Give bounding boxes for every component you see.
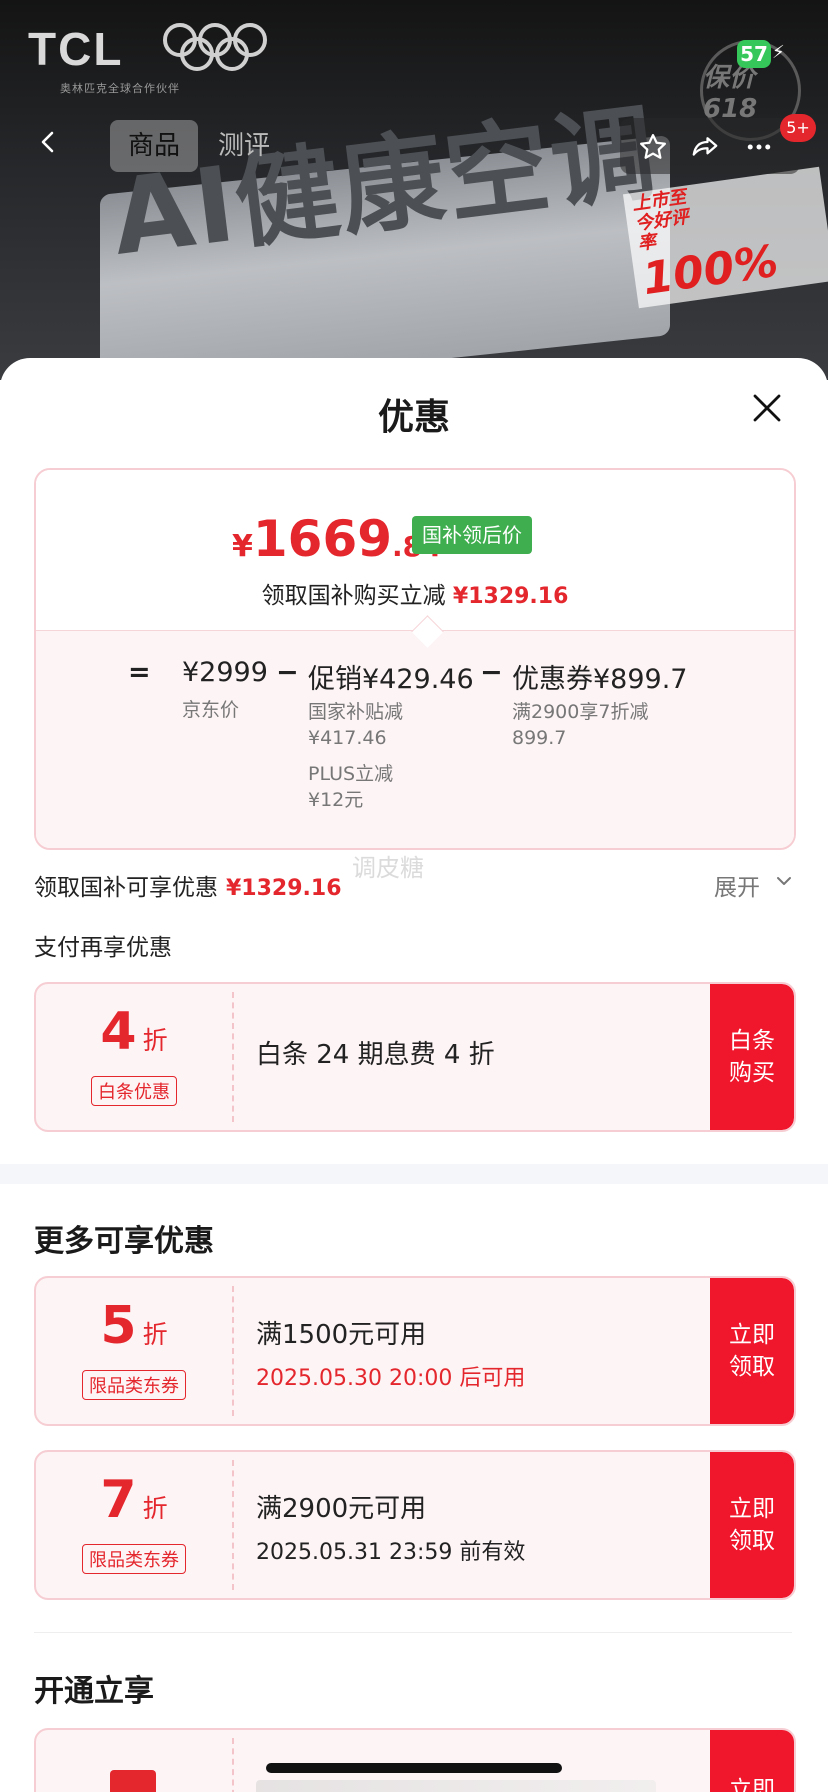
coupon-condition: 满2900元可用 [256, 1494, 427, 1524]
divider [34, 1632, 792, 1633]
chevron-down-icon[interactable] [776, 873, 792, 889]
price-formula-area: = ¥2999 京东价 − 促销¥429.46 国家补贴减 ¥417.46 PL… [36, 630, 794, 848]
coupon-type-label: 白条优惠 [91, 1076, 177, 1106]
state-subsidy-label: 国家补贴减 [308, 701, 404, 723]
cart-badge: 5+ [780, 114, 816, 142]
discount-unit: 折 [142, 1494, 168, 1523]
discount-value: 5折 [36, 1296, 232, 1356]
claim-subsidy-text: 领取国补可享优惠 [34, 875, 218, 901]
coupon-divider [232, 1460, 234, 1590]
discount-unit: 折 [142, 1026, 168, 1055]
plus-discount-label: PLUS立减 [308, 763, 394, 785]
coupon-rule-amount: 899.7 [512, 727, 567, 749]
brand-subtitle: 奥林匹克全球合作伙伴 [60, 82, 180, 95]
share-icon[interactable] [690, 132, 720, 162]
subsidy-price-tag: 国补领后价 [412, 516, 532, 554]
coupon-card: 5折 限品类东券 满1500元可用 2025.05.30 20:00 后可用 立… [34, 1276, 796, 1426]
minus-sign: − [276, 657, 299, 688]
charging-icon: ⚡ [772, 42, 785, 63]
coupon-type-label: 限品类东券 [82, 1544, 186, 1574]
jd-price: ¥2999 [182, 657, 268, 688]
claim-subsidy-amount: ¥1329.16 [226, 876, 342, 901]
claim-coupon-button[interactable]: 立即 领取 [710, 1452, 794, 1598]
discount-value: 4折 [36, 1002, 232, 1062]
olympic-rings-icon [163, 23, 267, 71]
price-summary: ¥1669.84 国补领后价 领取国补购买立减 ¥1329.16 [36, 470, 794, 630]
coupon-validity: 2025.05.31 23:59 前有效 [256, 1540, 526, 1565]
claim-subsidy-row: 领取国补可享优惠 ¥1329.16 [34, 868, 342, 902]
open-membership-button[interactable]: 立即 [710, 1730, 794, 1792]
nav-icon-group [620, 118, 800, 174]
coupon-validity: 2025.05.30 20:00 后可用 [256, 1366, 526, 1391]
back-arrow-icon[interactable] [36, 130, 60, 154]
discount-number: 4 [100, 1002, 137, 1062]
discount-unit: 折 [142, 1320, 168, 1349]
more-discounts-title: 更多可享优惠 [34, 1224, 214, 1259]
membership-card-icon [110, 1770, 156, 1792]
rating-prefix: 上市至今好评率 [631, 186, 691, 255]
membership-description [256, 1780, 656, 1792]
discount-number: 5 [100, 1296, 137, 1356]
tab-product[interactable]: 商品 [110, 120, 199, 172]
state-subsidy-amount: ¥417.46 [308, 727, 387, 749]
coupon-divider [232, 1738, 234, 1792]
price-integer: 1669 [252, 510, 393, 568]
battery-indicator: 57 [737, 40, 771, 68]
plus-discount-amount: ¥12元 [308, 789, 364, 811]
section-divider [0, 1164, 828, 1184]
more-icon[interactable] [744, 132, 774, 162]
open-section-title: 开通立享 [34, 1674, 154, 1709]
tab-review[interactable]: 测评 [200, 120, 288, 172]
coupon-left: 5折 限品类东券 [36, 1278, 232, 1424]
star-icon[interactable] [638, 132, 668, 162]
equals-sign: = [128, 657, 151, 688]
coupon-description: 白条 24 期息费 4 折 [256, 1040, 495, 1070]
watermark: 调皮糖 [352, 854, 424, 882]
close-icon[interactable] [752, 393, 782, 423]
subsidy-line: 领取国补购买立减 ¥1329.16 [36, 576, 794, 610]
price-breakdown-card: ¥1669.84 国补领后价 领取国补购买立减 ¥1329.16 = ¥2999… [34, 468, 796, 850]
expand-button[interactable]: 展开 [714, 868, 760, 902]
coupon-amount: 优惠券¥899.7 [512, 664, 688, 695]
membership-coupon: 立即 [34, 1728, 796, 1792]
claim-coupon-button[interactable]: 立即 领取 [710, 1278, 794, 1424]
discount-sheet: 优惠 ¥1669.84 国补领后价 领取国补购买立减 ¥1329.16 = ¥2… [0, 358, 828, 1792]
price-currency: ¥ [232, 529, 253, 564]
coupon-left: 7折 限品类东券 [36, 1452, 232, 1598]
coupon-rule: 满2900享7折减 [512, 701, 649, 723]
brand-logo: TCL [28, 23, 124, 75]
coupon-divider [232, 1286, 234, 1416]
coupon-type-label: 限品类东券 [82, 1370, 186, 1400]
coupon-divider [232, 992, 234, 1122]
discount-value: 7折 [36, 1470, 232, 1530]
promo-amount: 促销¥429.46 [308, 664, 474, 695]
minus-sign: − [480, 657, 503, 688]
coupon-left: 4折 白条优惠 [36, 984, 232, 1130]
baitiao-coupon: 4折 白条优惠 白条 24 期息费 4 折 白条 购买 [34, 982, 796, 1132]
coupon-card: 7折 限品类东券 满2900元可用 2025.05.31 23:59 前有效 立… [34, 1450, 796, 1600]
baitiao-buy-button[interactable]: 白条 购买 [710, 984, 794, 1130]
subsidy-text: 领取国补购买立减 [261, 583, 446, 609]
jd-price-label: 京东价 [182, 699, 240, 721]
home-indicator[interactable] [266, 1763, 562, 1773]
final-price: ¥1669.84 [232, 510, 442, 568]
product-hero-image: AI健康空调 TCL 奥林匹克全球合作伙伴 保价618 上市至今好评率100% [0, 0, 828, 380]
subsidy-amount: ¥1329.16 [452, 584, 569, 609]
coupon-condition: 满1500元可用 [256, 1320, 427, 1350]
payment-section-title: 支付再享优惠 [34, 935, 172, 961]
discount-number: 7 [100, 1470, 137, 1530]
sheet-title: 优惠 [377, 397, 450, 438]
